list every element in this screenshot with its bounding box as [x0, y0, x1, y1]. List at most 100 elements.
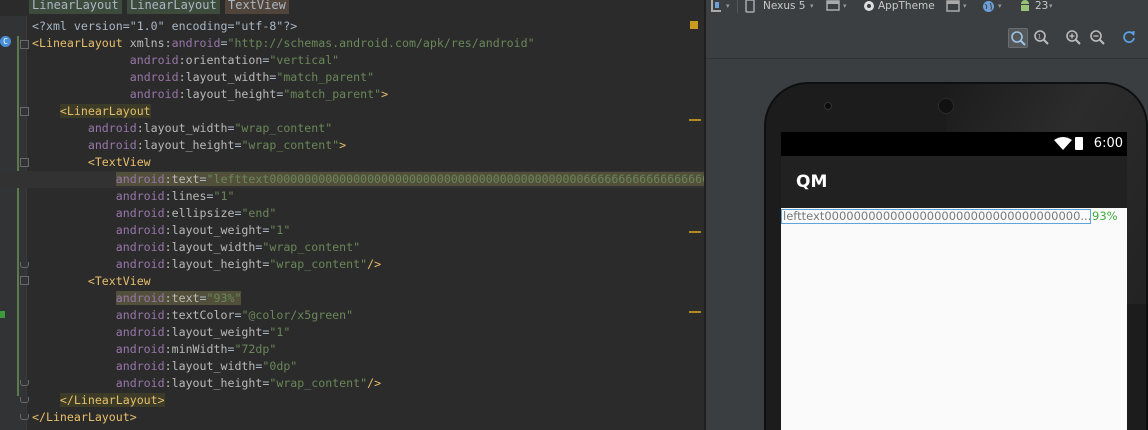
code-line[interactable]: android:text="lefttext000000000000000000… — [0, 171, 704, 188]
warning-stripe[interactable] — [689, 311, 701, 313]
xml-editor[interactable]: LinearLayout LinearLayout TextView C <?x… — [0, 0, 704, 430]
code-token: </LinearLayout> — [32, 410, 137, 424]
code-token: "http://schemas.android.com/apk/res/andr… — [227, 36, 535, 50]
code-line[interactable]: android:layout_width="wrap_content" — [0, 239, 704, 256]
code-line[interactable]: <TextView — [0, 154, 704, 171]
code-line[interactable]: android:layout_weight="1" — [0, 324, 704, 341]
breadcrumb-textview[interactable]: TextView — [225, 0, 289, 14]
code-line[interactable]: android:ellipsize="end" — [0, 205, 704, 222]
globe-icon[interactable] — [982, 0, 995, 14]
code-token: android — [115, 223, 165, 237]
code-line[interactable]: android:text="93%" — [0, 290, 704, 307]
code-line[interactable]: android:layout_height="wrap_content"> — [0, 137, 704, 154]
breadcrumb: LinearLayout LinearLayout TextView — [0, 0, 704, 16]
code-token: = — [199, 291, 207, 305]
code-line[interactable]: android:minWidth="72dp" — [0, 341, 704, 358]
warning-indicator-icon[interactable] — [690, 21, 698, 29]
code-token: :minWidth — [164, 342, 228, 356]
breadcrumb-linearlayout-inner[interactable]: LinearLayout — [127, 0, 220, 14]
code-token: </LinearLayout> — [59, 393, 165, 407]
api-level-selector[interactable]: 23 — [1035, 0, 1048, 14]
code-token: "@color/x5green" — [241, 308, 354, 322]
code-line[interactable]: android:layout_width="match_parent" — [0, 69, 704, 86]
code-line[interactable]: android:layout_height="match_parent"> — [0, 86, 704, 103]
preview-left-textview[interactable]: lefttext00000000000000000000000000000000… — [781, 209, 1091, 224]
code-token: android — [129, 87, 179, 101]
android-icon[interactable] — [1019, 0, 1031, 14]
code-token: :lines — [164, 189, 207, 203]
zoom-in-icon[interactable] — [1064, 28, 1084, 48]
code-line[interactable]: </LinearLayout> — [0, 392, 704, 409]
code-token: android — [115, 240, 165, 254]
code-token: android — [171, 36, 221, 50]
code-token: android — [87, 138, 137, 152]
device-screen[interactable]: 6:00 QM lefttext000000000000000000000000… — [781, 132, 1127, 430]
preview-content-row[interactable]: lefttext00000000000000000000000000000000… — [781, 208, 1127, 226]
code-token: <TextView — [87, 274, 151, 288]
layout-icon[interactable] — [710, 0, 724, 14]
layout-preview-panel: ▾ Nexus 5 ▾ ▾ AppTheme ▾ ▾ 23 ▾ 1 6:00 Q… — [706, 0, 1148, 430]
code-line[interactable]: android:layout_height="wrap_content"/> — [0, 375, 704, 392]
code-line[interactable]: android:layout_width="0dp" — [0, 358, 704, 375]
code-token: :layout_height — [164, 257, 263, 271]
code-token: xmlns: — [129, 36, 172, 50]
code-token: android — [115, 257, 165, 271]
preview-percent-textview[interactable]: 93% — [1092, 209, 1118, 223]
zoom-out-icon[interactable] — [1088, 28, 1108, 48]
code-token: <LinearLayout — [59, 104, 151, 118]
zoom-fit-icon[interactable] — [1008, 28, 1028, 48]
zoom-actual-icon[interactable]: 1 — [1032, 28, 1052, 48]
code-token: "wrap_content" — [241, 138, 340, 152]
status-time: 6:00 — [1093, 136, 1123, 151]
code-line[interactable]: <TextView — [0, 273, 704, 290]
theme-selector[interactable]: AppTheme — [878, 0, 935, 14]
refresh-icon[interactable] — [1120, 28, 1140, 48]
breadcrumb-linearlayout-root[interactable]: LinearLayout — [29, 0, 122, 14]
code-token: android — [129, 70, 179, 84]
code-line[interactable]: <LinearLayout — [0, 103, 704, 120]
code-token: :textColor — [164, 308, 235, 322]
theme-icon[interactable] — [863, 0, 875, 14]
warning-stripe[interactable] — [689, 119, 701, 121]
code-line[interactable]: <LinearLayout xmlns:android="http://sche… — [0, 35, 704, 52]
code-token: <?xml version="1.0" encoding="utf-8"?> — [32, 19, 298, 33]
battery-icon — [1075, 137, 1083, 150]
code-token: android — [115, 376, 165, 390]
code-line[interactable]: android:layout_weight="1" — [0, 222, 704, 239]
warning-stripe[interactable] — [689, 231, 701, 233]
device-selector[interactable]: Nexus 5 — [763, 0, 806, 14]
code-line[interactable]: android:layout_width="wrap_content" — [0, 120, 704, 137]
code-token: > — [339, 138, 347, 152]
code-line[interactable]: android:textColor="@color/x5green" — [0, 307, 704, 324]
code-token: = — [199, 172, 207, 186]
code-token: android — [115, 308, 165, 322]
code-line[interactable]: <?xml version="1.0" encoding="utf-8"?> — [0, 18, 704, 35]
code-line[interactable]: android:layout_height="wrap_content"/> — [0, 256, 704, 273]
code-token: /> — [367, 376, 382, 390]
code-token: :layout_weight — [164, 325, 263, 339]
code-line[interactable]: android:orientation="vertical" — [0, 52, 704, 69]
code-token: "lefttext0000000000000000000000000000000… — [206, 172, 704, 186]
code-line[interactable]: </LinearLayout> — [0, 409, 704, 426]
code-token: android — [115, 189, 165, 203]
code-token: :text — [164, 172, 200, 186]
code-token: :layout_width — [136, 121, 228, 135]
code-line[interactable]: android:lines="1" — [0, 188, 704, 205]
code-token: :layout_width — [164, 359, 256, 373]
status-bar: 6:00 — [781, 132, 1127, 156]
phone-icon[interactable] — [745, 0, 755, 14]
activity-icon[interactable] — [946, 0, 960, 14]
code-token: "match_parent" — [276, 70, 375, 84]
code-token: android — [115, 359, 165, 373]
screen-orientation-icon[interactable] — [826, 0, 840, 14]
